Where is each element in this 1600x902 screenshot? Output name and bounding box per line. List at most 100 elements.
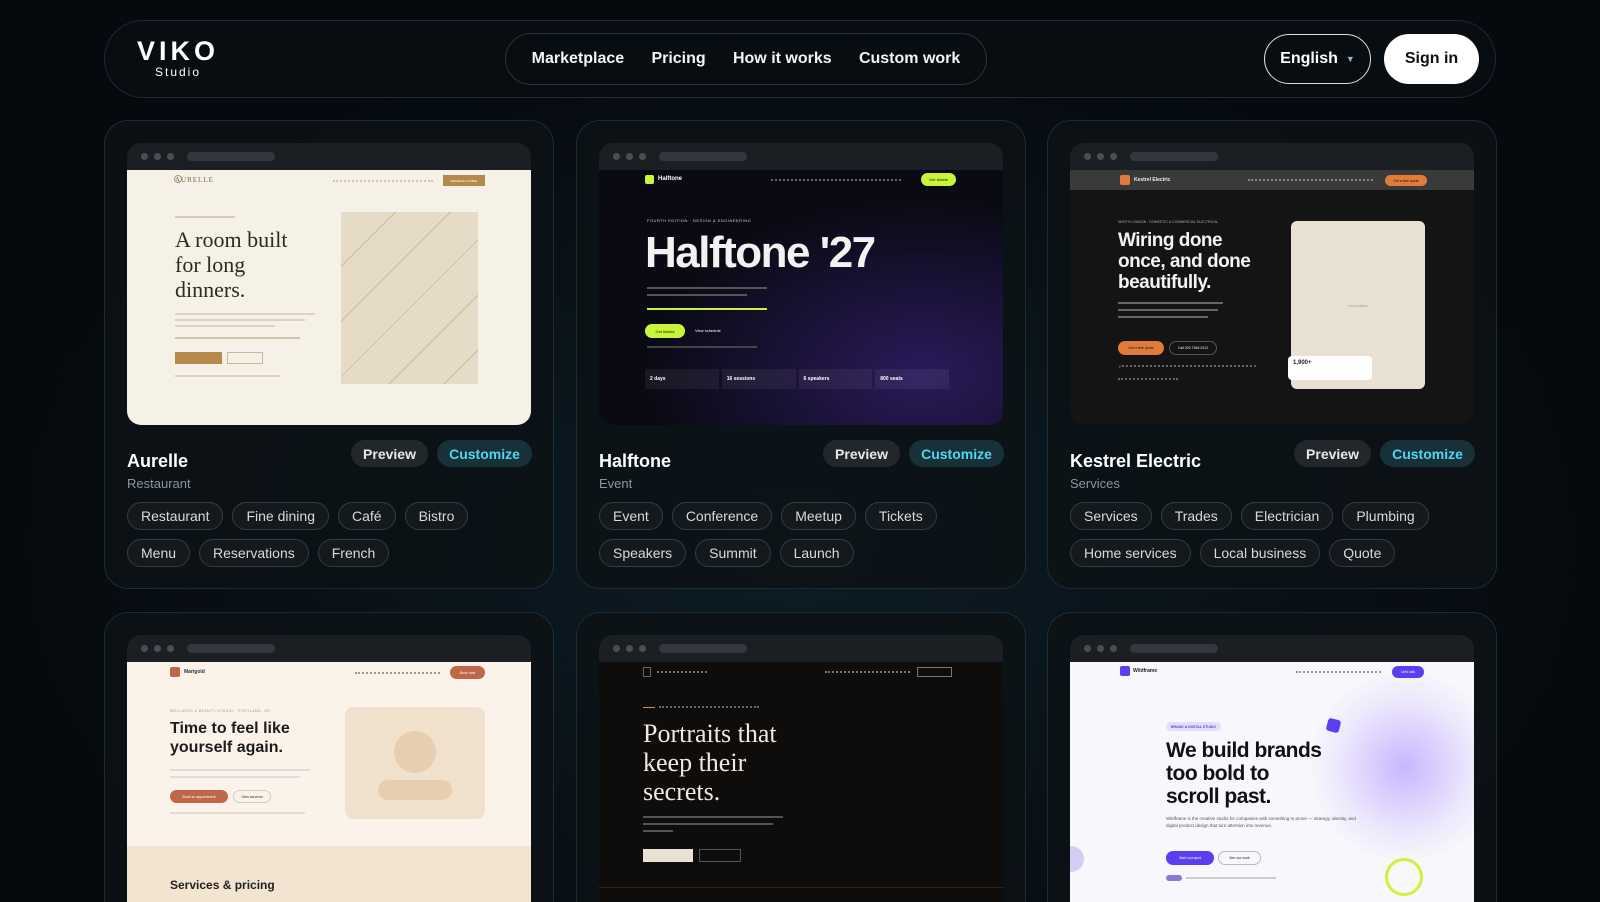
tag[interactable]: Plumbing: [1342, 502, 1429, 530]
tag[interactable]: Restaurant: [127, 502, 224, 530]
tag[interactable]: Launch: [779, 539, 854, 567]
template-title: Aurelle: [127, 451, 189, 471]
window-dot-icon: [141, 645, 148, 652]
site-headline: We build brands too bold to scroll past.: [1166, 739, 1322, 808]
avatar-placeholder-icon: [394, 731, 436, 773]
template-card-kestrel-electric: Kestrel Electric Get a free quote NORTH …: [1047, 120, 1497, 589]
site-mockup: Marigold Book now WELLNESS & BEAUTY STUD…: [127, 662, 531, 902]
window-dot-icon: [154, 645, 161, 652]
site-nav-links: [825, 671, 910, 673]
tag[interactable]: Menu: [127, 539, 191, 567]
top-navigation: VIKO Studio Marketplace Pricing How it w…: [104, 20, 1496, 98]
menu-item-marketplace[interactable]: Marketplace: [532, 50, 625, 68]
tag[interactable]: French: [317, 539, 390, 567]
tag[interactable]: Quote: [1329, 539, 1396, 567]
language-selector[interactable]: English ▼: [1264, 34, 1371, 84]
window-dot-icon: [1110, 645, 1117, 652]
template-card-halftone: Halftone Get tickets FOURTH EDITION · DE…: [576, 120, 1026, 589]
main-menu: Marketplace Pricing How it works Custom …: [505, 33, 987, 85]
customize-button[interactable]: Customize: [1380, 440, 1475, 467]
tag[interactable]: Meetup: [781, 502, 856, 530]
site-brand: Kestrel Electric: [1134, 177, 1171, 183]
tag[interactable]: Fine dining: [232, 502, 329, 530]
site-primary-button: [643, 849, 693, 862]
window-dot-icon: [154, 153, 161, 160]
brand-mark-icon: [1120, 666, 1130, 676]
brand-mark-icon: [643, 667, 651, 677]
tag[interactable]: Event: [599, 502, 663, 530]
url-bar: [1130, 644, 1218, 653]
tag-list: Restaurant Fine dining Café Bistro Menu …: [127, 502, 537, 567]
tag[interactable]: Speakers: [599, 539, 687, 567]
template-title: Kestrel Electric: [1070, 451, 1202, 471]
site-cta: RESERVE A TABLE: [443, 175, 485, 186]
tag[interactable]: Conference: [671, 502, 773, 530]
decorative-ring: [1385, 858, 1423, 896]
site-section-title: Services & pricing: [170, 878, 275, 892]
site-nav-cta: Book now: [450, 666, 485, 679]
tag[interactable]: Electrician: [1240, 502, 1334, 530]
site-secondary-button: Call 020 7946 0412: [1169, 341, 1217, 355]
tag-list: Services Trades Electrician Plumbing Hom…: [1070, 502, 1480, 567]
template-category: Event: [599, 476, 633, 491]
template-preview-image[interactable]: Marigold Book now WELLNESS & BEAUTY STUD…: [127, 635, 531, 902]
site-headline: Portraits that keep their secrets.: [643, 719, 777, 806]
site-primary-button: Book an appointment: [170, 790, 228, 803]
tag[interactable]: Summit: [695, 539, 771, 567]
customize-button[interactable]: Customize: [909, 440, 1004, 467]
decorative-blob: [1310, 672, 1474, 862]
sign-in-button[interactable]: Sign in: [1384, 34, 1479, 84]
menu-item-custom-work[interactable]: Custom work: [859, 50, 960, 68]
preview-button[interactable]: Preview: [1294, 440, 1371, 467]
site-nav-cta: Get tickets: [921, 173, 956, 186]
tag[interactable]: Bistro: [404, 502, 469, 530]
site-mockup: AURELLE RESERVE A TABLE A room built for…: [127, 170, 531, 425]
template-preview-image[interactable]: Kestrel Electric Get a free quote NORTH …: [1070, 143, 1474, 425]
site-secondary-button: See our work: [1218, 851, 1261, 865]
browser-chrome: [127, 143, 531, 170]
tag[interactable]: Trades: [1160, 502, 1232, 530]
site-mockup: Portraits that keep their secrets.: [599, 662, 1003, 902]
window-dot-icon: [1097, 645, 1104, 652]
site-kicker: NORTH LONDON · DOMESTIC & COMMERCIAL ELE…: [1118, 220, 1219, 224]
browser-chrome: [599, 635, 1003, 662]
customize-button[interactable]: Customize: [437, 440, 532, 467]
site-primary-button: Get a free quote: [1118, 341, 1164, 355]
window-dot-icon: [626, 645, 633, 652]
menu-item-how-it-works[interactable]: How it works: [733, 50, 832, 68]
template-preview-image[interactable]: Wildframe Let's talk BRAND & DIGITAL STU…: [1070, 635, 1474, 902]
site-nav-cta: [917, 667, 952, 677]
tag[interactable]: Reservations: [199, 539, 309, 567]
template-preview-image[interactable]: AURELLE RESERVE A TABLE A room built for…: [127, 143, 531, 425]
site-nav-cta: Get a free quote: [1385, 175, 1427, 186]
site-nav-links: [355, 672, 440, 674]
tag-list: Event Conference Meetup Tickets Speakers…: [599, 502, 1009, 567]
site-secondary-button: [699, 849, 741, 862]
preview-button[interactable]: Preview: [823, 440, 900, 467]
site-primary-button: [175, 352, 222, 364]
site-nav-links: [333, 180, 433, 182]
site-nav-links: [771, 179, 901, 181]
tag[interactable]: Café: [337, 502, 396, 530]
tag[interactable]: Home services: [1070, 539, 1191, 567]
brand-logo[interactable]: VIKO Studio: [135, 37, 221, 79]
preview-button[interactable]: Preview: [351, 440, 428, 467]
browser-chrome: [127, 635, 531, 662]
brand-mark-icon: [170, 667, 180, 677]
template-category: Services: [1070, 476, 1120, 491]
tag[interactable]: Tickets: [864, 502, 937, 530]
site-mockup: Wildframe Let's talk BRAND & DIGITAL STU…: [1070, 662, 1474, 902]
template-card-portraits: Portraits that keep their secrets.: [576, 612, 1026, 902]
tag[interactable]: Local business: [1199, 539, 1321, 567]
template-preview-image[interactable]: Halftone Get tickets FOURTH EDITION · DE…: [599, 143, 1003, 425]
template-preview-image[interactable]: Portraits that keep their secrets.: [599, 635, 1003, 902]
menu-item-pricing[interactable]: Pricing: [651, 50, 705, 68]
avatar-stack-icon: [1166, 875, 1182, 881]
site-nav-links: [1248, 179, 1373, 181]
window-dot-icon: [1097, 153, 1104, 160]
url-bar: [187, 644, 275, 653]
site-nav-links: [1296, 671, 1381, 673]
window-dot-icon: [167, 645, 174, 652]
window-dot-icon: [639, 153, 646, 160]
tag[interactable]: Services: [1070, 502, 1152, 530]
